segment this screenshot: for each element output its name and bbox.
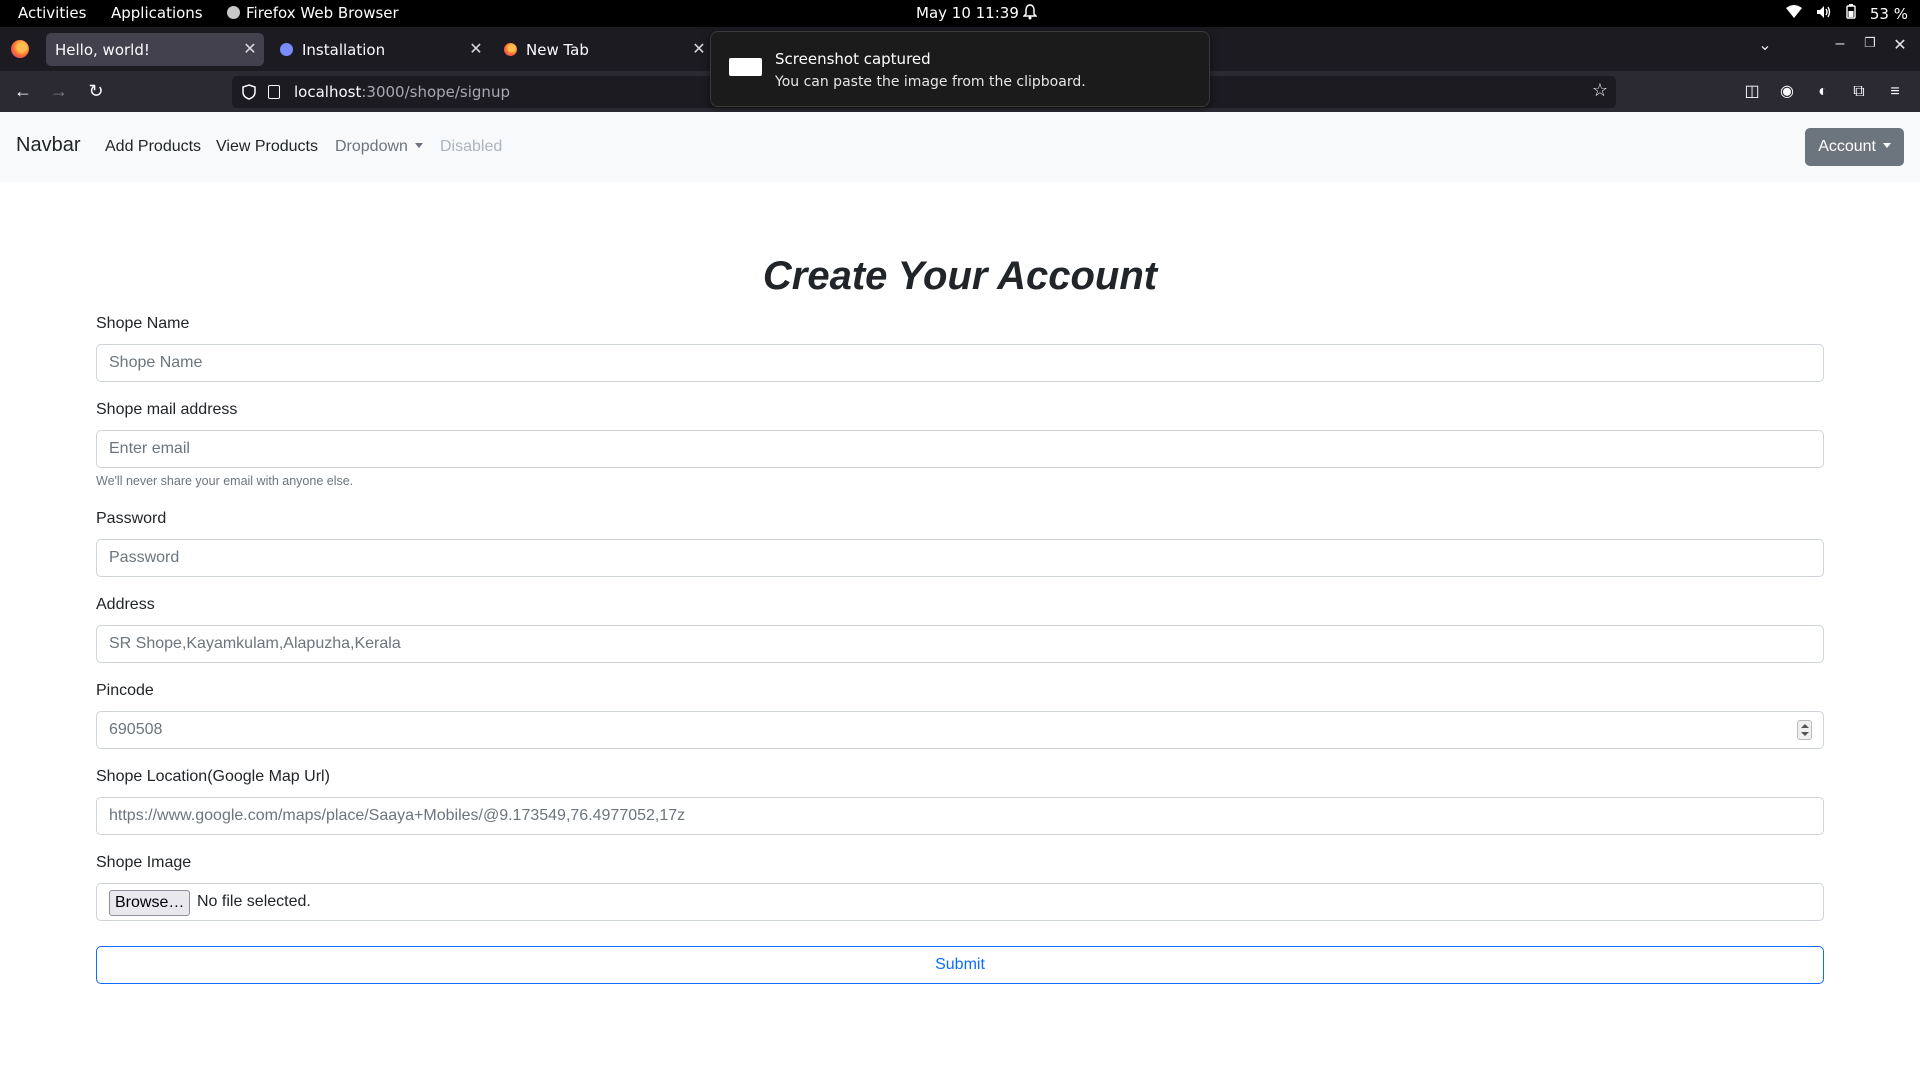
system-top-bar: Activities Applications Firefox Web Brow… — [0, 0, 1920, 27]
screenshot-thumbnail-icon — [729, 58, 762, 76]
email-help-text: We'll never share your email with anyone… — [96, 474, 354, 488]
app-menu[interactable]: Firefox Web Browser — [227, 4, 399, 22]
back-arrow-icon[interactable]: ← — [11, 80, 35, 102]
close-tab-icon[interactable]: ✕ — [467, 38, 485, 60]
submit-button[interactable]: Submit — [96, 946, 1824, 984]
hamburger-menu-icon[interactable]: ≡ — [1884, 81, 1906, 103]
shop-image-label: Shope Image — [96, 854, 192, 871]
shop-image-file-input[interactable]: Browse… No file selected. — [96, 883, 1824, 921]
url-text[interactable]: localhost:3000/shope/signup — [294, 83, 510, 101]
wifi-icon — [1785, 4, 1802, 23]
site-navbar: Navbar Add Products View Products Dropdo… — [0, 112, 1920, 182]
account-button-label: Account — [1818, 138, 1876, 155]
battery-icon — [1846, 4, 1856, 23]
address-label: Address — [96, 596, 155, 613]
pincode-label: Pincode — [96, 682, 154, 699]
url-host: localhost — [294, 83, 362, 101]
forward-arrow-icon[interactable]: → — [47, 80, 71, 102]
nav-disabled: Disabled — [440, 138, 503, 155]
volume-icon — [1816, 5, 1832, 23]
activities-button[interactable]: Activities — [18, 4, 86, 22]
tab-label: New Tab — [526, 41, 589, 59]
minimize-icon[interactable]: – — [1829, 35, 1851, 53]
navbar-brand[interactable]: Navbar — [16, 134, 80, 157]
tab-new-tab[interactable]: New Tab ✕ — [494, 33, 712, 66]
account-dropdown-button[interactable]: Account — [1805, 128, 1904, 166]
globe-icon — [280, 43, 293, 56]
account-avatar-icon[interactable]: ◉ — [1776, 81, 1798, 103]
pincode-input[interactable] — [96, 711, 1824, 749]
app-name: Firefox Web Browser — [246, 4, 399, 22]
notification-title: Screenshot captured — [775, 50, 931, 68]
nav-dropdown[interactable]: Dropdown — [335, 138, 423, 156]
firefox-icon — [227, 6, 240, 19]
screenshot-notification[interactable]: Screenshot captured You can paste the im… — [710, 31, 1210, 107]
extension-icon[interactable]: ◐ — [1812, 81, 1834, 103]
shop-name-input[interactable] — [96, 344, 1824, 382]
tracking-shield-icon[interactable] — [242, 84, 256, 100]
file-status-text: No file selected. — [197, 893, 311, 910]
notification-body: You can paste the image from the clipboa… — [775, 74, 1086, 90]
tab-label: Installation — [302, 41, 386, 59]
caret-down-icon — [1883, 143, 1891, 148]
close-tab-icon[interactable]: ✕ — [690, 38, 708, 60]
email-label: Shope mail address — [96, 401, 238, 418]
pincode-field — [96, 711, 1824, 749]
caret-down-icon — [414, 143, 423, 148]
nav-dropdown-label: Dropdown — [335, 138, 408, 155]
firefox-icon — [504, 43, 517, 56]
reload-icon[interactable]: ↻ — [84, 80, 108, 102]
number-spinner-icon[interactable] — [1797, 720, 1812, 740]
restore-icon[interactable]: ❐ — [1859, 35, 1881, 51]
close-tab-icon[interactable]: ✕ — [241, 38, 259, 60]
bell-icon[interactable] — [1022, 4, 1038, 24]
tab-hello-world[interactable]: Hello, world! ✕ — [46, 33, 264, 66]
password-label: Password — [96, 510, 167, 527]
firefox-logo-icon — [11, 40, 29, 58]
browse-button[interactable]: Browse… — [109, 890, 191, 916]
url-path: :3000/shope/signup — [361, 83, 510, 101]
bookmark-star-icon[interactable]: ☆ — [1592, 80, 1608, 101]
battery-percent: 53 % — [1869, 4, 1908, 23]
clock[interactable]: May 10 11:39 — [916, 4, 1019, 22]
shop-name-label: Shope Name — [96, 315, 190, 332]
extensions-puzzle-icon[interactable]: ⧉ — [1848, 81, 1870, 103]
applications-menu[interactable]: Applications — [111, 4, 203, 22]
location-url-input[interactable] — [96, 797, 1824, 835]
form-title: Create Your Account — [762, 254, 1158, 298]
tab-label: Hello, world! — [55, 41, 150, 59]
tab-list-chevron-down-icon[interactable]: ⌄ — [1754, 35, 1776, 55]
nav-view-products[interactable]: View Products — [216, 138, 318, 156]
nav-add-products[interactable]: Add Products — [105, 138, 201, 156]
address-input[interactable] — [96, 625, 1824, 663]
tab-installation[interactable]: Installation ✕ — [270, 33, 488, 66]
pocket-icon[interactable]: ◫ — [1741, 81, 1763, 103]
password-input[interactable] — [96, 539, 1824, 577]
email-input[interactable] — [96, 430, 1824, 468]
page-info-icon[interactable] — [268, 85, 280, 99]
close-window-icon[interactable]: ✕ — [1889, 35, 1911, 55]
system-tray[interactable]: 53 % — [1785, 4, 1908, 23]
location-label: Shope Location(Google Map Url) — [96, 768, 330, 785]
